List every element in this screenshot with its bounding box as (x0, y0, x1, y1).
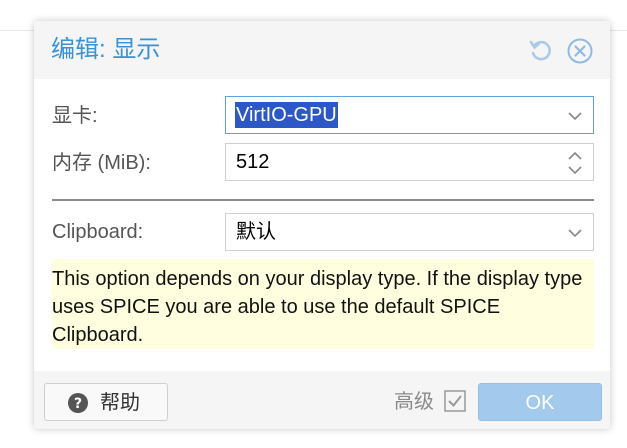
question-circle-icon: ? (68, 393, 88, 413)
svg-text:?: ? (74, 396, 82, 412)
edit-display-dialog: 编辑: 显示 显卡: VirtIO-GPU 内存 (MiB): 512 Clip… (34, 21, 610, 429)
help-button[interactable]: ? 帮助 (44, 383, 168, 421)
dialog-header: 编辑: 显示 (34, 21, 610, 79)
graphics-card-value: VirtIO-GPU (235, 102, 338, 128)
memory-value: 512 (236, 151, 270, 173)
dialog-title: 编辑: 显示 (51, 36, 161, 63)
spinner-icon[interactable] (566, 149, 584, 177)
chevron-down-icon[interactable] (565, 223, 585, 243)
advanced-label: 高级 (394, 391, 434, 413)
clipboard-notice: This option depends on your display type… (52, 259, 594, 349)
ok-button[interactable]: OK (478, 383, 602, 421)
memory-input[interactable]: 512 (225, 143, 594, 181)
close-icon[interactable] (567, 38, 593, 64)
clipboard-value: 默认 (236, 221, 276, 243)
clipboard-label: Clipboard: (52, 221, 144, 243)
help-button-label: 帮助 (100, 392, 140, 414)
section-divider (52, 199, 594, 201)
refresh-icon[interactable] (528, 38, 554, 64)
graphics-card-select[interactable]: VirtIO-GPU (225, 96, 594, 134)
memory-label: 内存 (MiB): (52, 152, 151, 174)
graphics-card-label: 显卡: (52, 105, 98, 127)
chevron-down-icon[interactable] (565, 106, 585, 126)
clipboard-select[interactable]: 默认 (225, 213, 594, 251)
dialog-footer: ? 帮助 高级 OK (34, 371, 610, 429)
advanced-checkbox[interactable] (444, 390, 466, 412)
ok-button-label: OK (525, 392, 555, 414)
